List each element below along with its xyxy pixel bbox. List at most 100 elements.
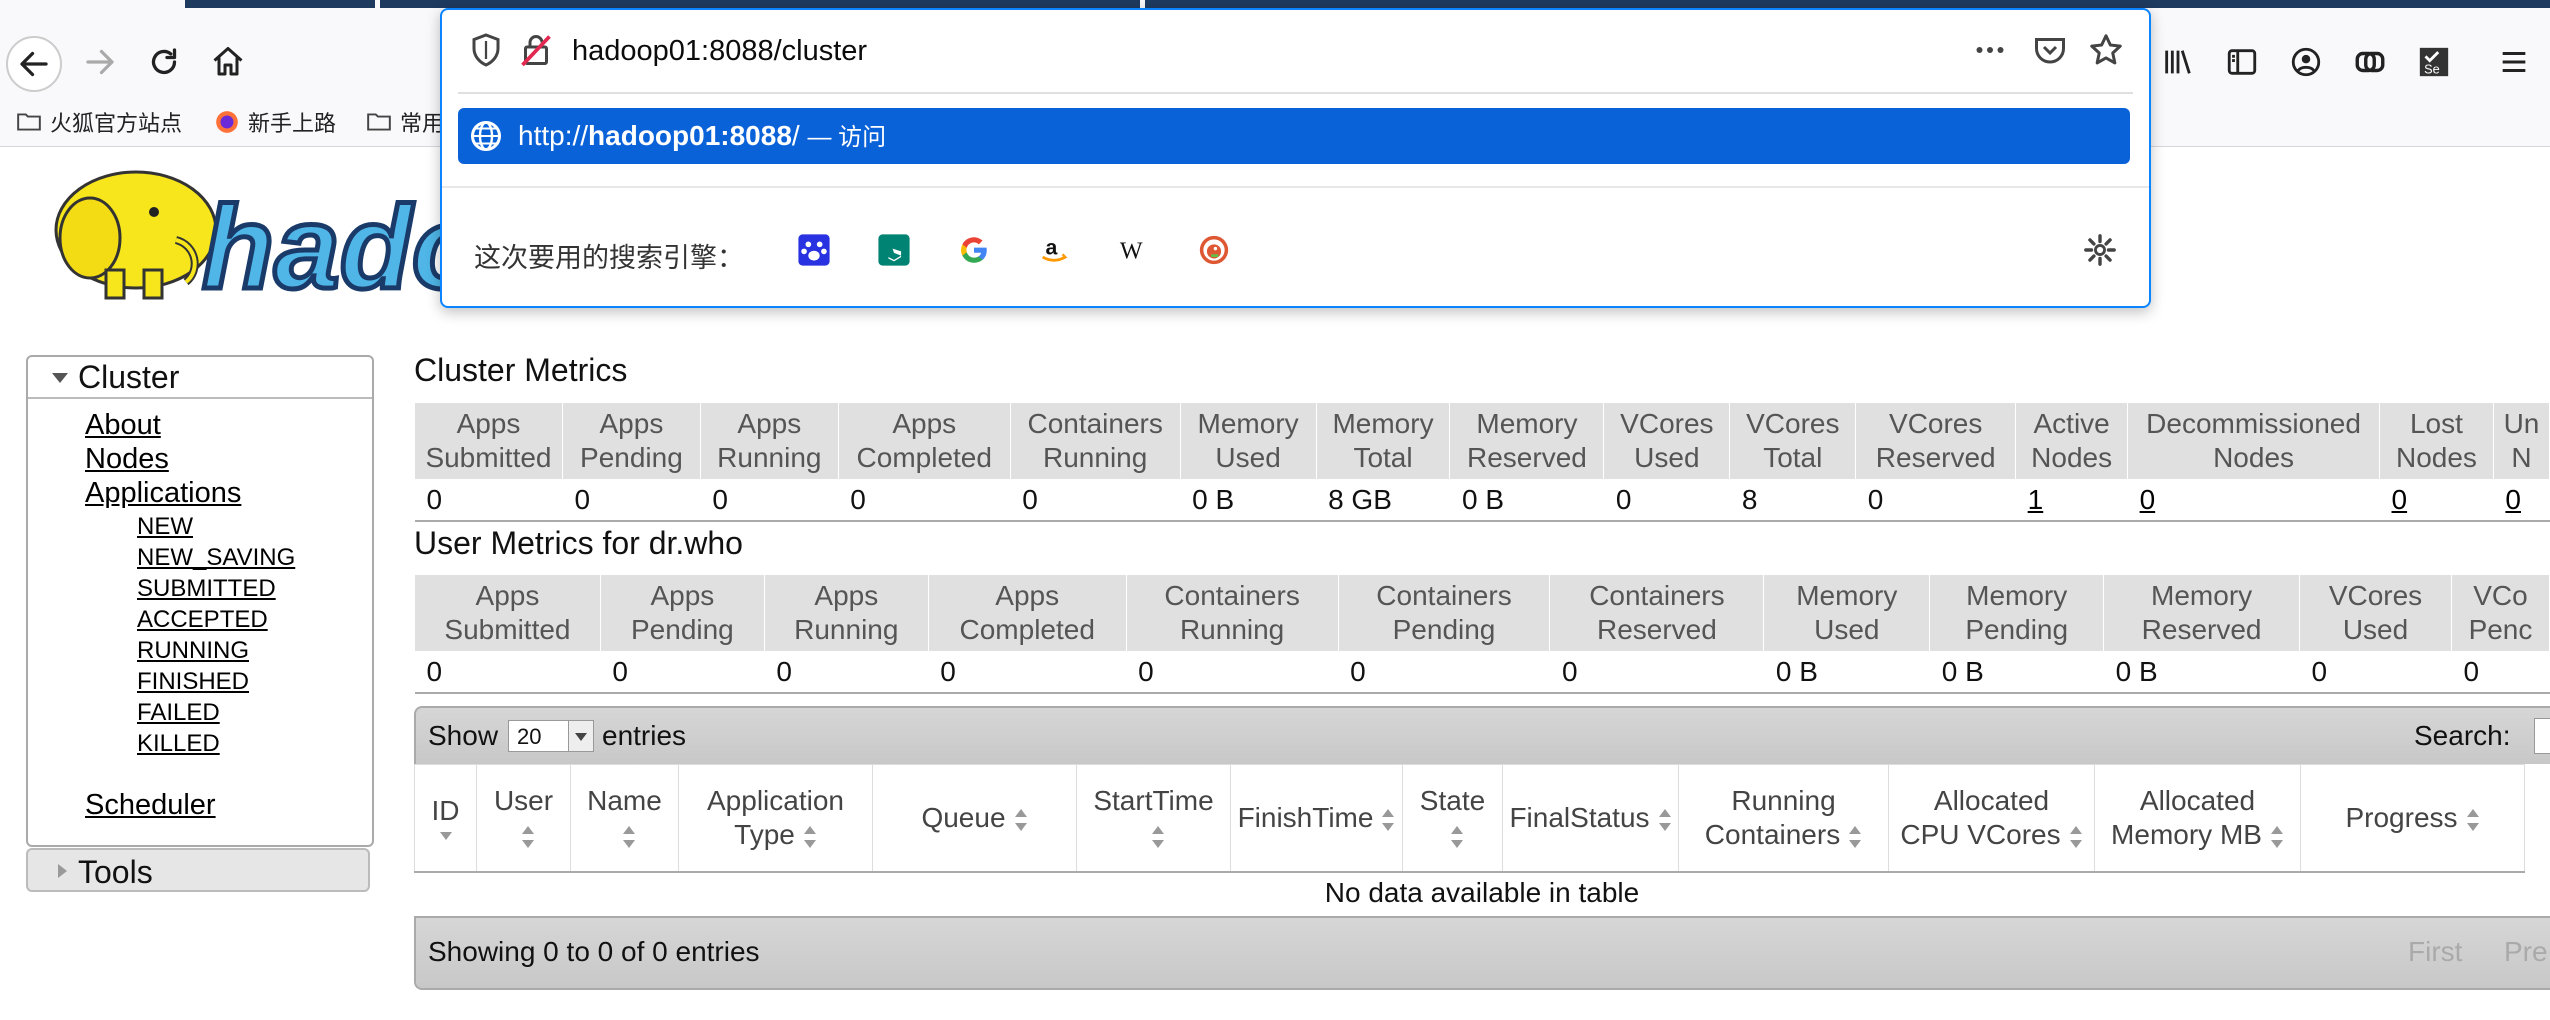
empty-table-message: No data available in table (414, 870, 2550, 918)
column-header-line: CPU VCores (1900, 819, 2061, 850)
column-header[interactable]: Application Type (678, 764, 873, 873)
metric-header-line: Reserved (1596, 614, 1717, 645)
browser-tab[interactable] (185, 0, 375, 8)
pagination-previous-button[interactable]: Pre (2504, 936, 2548, 968)
column-header[interactable]: Allocated Memory MB (2094, 764, 2301, 873)
google-icon[interactable] (954, 230, 994, 270)
metric-header-line: N (2511, 442, 2532, 473)
metric-header-line: Pending (580, 442, 683, 473)
sidebar-link-state-running[interactable]: RUNNING (137, 637, 249, 665)
metric-header: VCo Penc (2450, 574, 2550, 652)
metric-value-link[interactable]: 0 (2392, 484, 2408, 515)
search-label: Search: (2414, 720, 2511, 751)
search-settings-button[interactable] (2080, 230, 2120, 270)
suggestion-path: / (791, 120, 800, 151)
metric-header-line: Total (1763, 442, 1823, 473)
forward-button[interactable] (74, 36, 126, 88)
metric-value: 0 B (2103, 651, 2300, 694)
sidebar-toggle-button[interactable] (2222, 42, 2262, 82)
column-header[interactable]: FinalStatus (1502, 764, 1679, 873)
cluster-section-header[interactable]: Cluster (28, 357, 372, 399)
sidebar-link-state-killed[interactable]: KILLED (137, 730, 220, 758)
metric-header: Apps Pending (561, 402, 701, 480)
column-header-text: State (1420, 785, 1485, 816)
suggestion-text: http://hadoop01:8088/ — 访问 (518, 118, 886, 156)
wikipedia-icon[interactable]: W (1114, 230, 1154, 270)
menu-button[interactable] (2494, 42, 2534, 82)
sidebar-link-state-accepted[interactable]: ACCEPTED (137, 606, 268, 634)
sidebar-link-scheduler[interactable]: Scheduler (85, 789, 216, 822)
tracking-shield-icon[interactable] (468, 32, 504, 68)
browser-tab[interactable] (1145, 0, 2550, 8)
sort-arrows-icon (2069, 825, 2083, 848)
column-header[interactable]: Queue (872, 764, 1077, 873)
url-input[interactable]: hadoop01:8088/cluster (572, 28, 867, 74)
column-header[interactable]: ID (414, 764, 477, 873)
column-header[interactable]: Progress (2300, 764, 2525, 873)
library-button[interactable] (2158, 42, 2198, 82)
sidebar-link-state-new[interactable]: NEW (137, 513, 193, 541)
more-actions-icon[interactable] (1972, 32, 2008, 68)
column-header[interactable]: Allocated CPU VCores (1888, 764, 2095, 873)
column-header-text: FinalStatus (1509, 802, 1649, 833)
column-header[interactable]: FinishTime (1230, 764, 1403, 873)
baidu-icon[interactable] (794, 230, 834, 270)
sort-arrows-icon (1450, 825, 1464, 848)
back-button[interactable] (6, 36, 62, 92)
sidebar-link-state-finished[interactable]: FINISHED (137, 668, 249, 696)
sidebar-link-about[interactable]: About (85, 409, 161, 442)
page-size-select[interactable]: 20 (508, 720, 594, 752)
address-bar[interactable]: hadoop01:8088/cluster (442, 10, 2149, 92)
search-input[interactable] (2534, 718, 2550, 754)
metric-value-link[interactable]: 1 (2028, 484, 2044, 515)
metric-header-line: Reserved (1467, 442, 1587, 473)
column-header-text: Allocated Memory MB (2111, 785, 2262, 850)
metric-value-link[interactable]: 0 (2140, 484, 2156, 515)
amazon-icon[interactable]: a (1034, 230, 1074, 270)
column-header[interactable]: StartTime (1076, 764, 1231, 873)
pagination-first-button[interactable]: First (2408, 936, 2462, 968)
metric-header: VCores Reserved (1855, 402, 2017, 480)
duckduckgo-icon[interactable] (1194, 230, 1234, 270)
sidebar-link-state-failed[interactable]: FAILED (137, 699, 220, 727)
metric-value: 0 (2379, 479, 2494, 522)
sidebar-link-applications[interactable]: Applications (85, 477, 241, 510)
browser-tab[interactable] (380, 0, 1140, 8)
home-button[interactable] (202, 36, 254, 88)
metric-value: 0 (600, 651, 765, 694)
cluster-metrics-table: Apps Submitted Apps Pending Apps Running Apps C… (414, 402, 2550, 522)
column-header[interactable]: User (476, 764, 571, 873)
divider (458, 92, 2133, 94)
metric-value-link[interactable]: 0 (2505, 484, 2521, 515)
hamburger-menu-icon (2502, 51, 2526, 73)
bookmark-item[interactable]: 新手上路 (214, 104, 336, 140)
arrow-right-icon (86, 49, 114, 75)
bookmark-item[interactable]: 火狐官方站点 (16, 104, 182, 140)
insecure-connection-icon[interactable] (518, 32, 554, 68)
sidebar-link-nodes[interactable]: Nodes (85, 443, 169, 476)
column-header-text: ID (432, 795, 460, 826)
sort-arrows-icon (521, 825, 535, 848)
extension-button[interactable] (2350, 42, 2390, 82)
sidebar-link-state-submitted[interactable]: SUBMITTED (137, 575, 276, 603)
hadoop-logo[interactable]: hado (26, 160, 486, 317)
column-header[interactable]: Running Containers (1678, 764, 1889, 873)
reload-button[interactable] (138, 36, 190, 88)
column-header[interactable]: Name (570, 764, 679, 873)
selenium-icon: Se (2419, 47, 2449, 76)
bookmark-item[interactable]: 常用 (366, 104, 444, 140)
home-icon (213, 47, 243, 76)
tools-section-header[interactable]: Tools (26, 848, 370, 892)
bookmark-star-icon[interactable] (2088, 32, 2124, 68)
datatable-footer: Showing 0 to 0 of 0 entries First Pre (414, 918, 2550, 990)
bing-icon[interactable] (874, 230, 914, 270)
sidebar-link-state-new-saving[interactable]: NEW_SAVING (137, 544, 295, 572)
metric-value: 8 GB (1316, 479, 1450, 522)
account-button[interactable] (2286, 42, 2326, 82)
tools-section-title: Tools (78, 854, 153, 890)
bookmark-label: 常用 (400, 111, 445, 136)
column-header[interactable]: State (1402, 764, 1503, 873)
pocket-icon[interactable] (2032, 32, 2068, 68)
selenium-button[interactable]: Se (2414, 42, 2454, 82)
url-suggestion-row[interactable]: http://hadoop01:8088/ — 访问 (458, 108, 2130, 164)
